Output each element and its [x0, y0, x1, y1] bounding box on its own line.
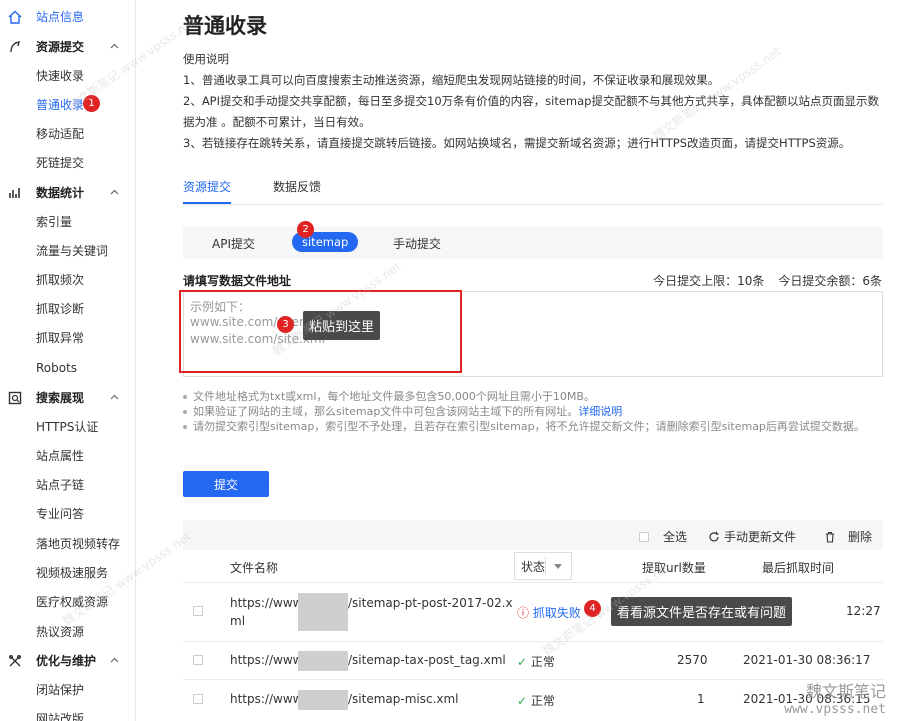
usage-line: 1、普通收录工具可以向百度搜索主动推送资源，缩短爬虫发现网站链接的时间，不保证收…	[183, 73, 720, 87]
main-content: 普通收录 使用说明 1、普通收录工具可以向百度搜索主动推送资源，缩短爬虫发现网站…	[137, 0, 900, 721]
trash-icon	[826, 531, 834, 543]
sidebar-item-mobile-adapt[interactable]: 移动适配	[0, 119, 136, 148]
redacted-domain	[298, 690, 348, 710]
watermark-logo: 魏文斯笔记 www.vpsss.net	[784, 682, 886, 717]
warning-icon: ⓘ	[517, 606, 530, 620]
sidebar-item-landing-video[interactable]: 落地页视频转存	[0, 529, 136, 558]
optimize-icon	[9, 655, 21, 667]
sidebar-item-crawl-diagnosis[interactable]: 抓取诊断	[0, 294, 136, 323]
check-circle-icon: ✓	[517, 694, 528, 708]
check-source-tooltip: 看看源文件是否存在或有问题	[611, 597, 793, 626]
subtab-api[interactable]: API提交	[212, 235, 255, 252]
tab-resource-submit[interactable]: 资源提交	[183, 178, 231, 195]
file-url[interactable]: https://www.	[230, 653, 305, 667]
select-all[interactable]: 全选	[639, 528, 687, 545]
usage-line: 2、API提交和手动提交共享配额，每日至多提交10万条有价值的内容，sitema…	[183, 94, 879, 129]
quota-remaining: 今日提交余额：6条	[778, 274, 882, 288]
sidebar-item-dead-link[interactable]: 死链提交	[0, 148, 136, 177]
url-count: 1	[697, 692, 705, 706]
step-badge: 2	[297, 221, 314, 238]
file-url[interactable]: https://www.	[230, 692, 305, 706]
last-crawl-time: 2021-01-30 08:36:17	[743, 653, 871, 667]
sidebar-item-robots[interactable]: Robots	[0, 353, 136, 382]
subtab-manual[interactable]: 手动提交	[393, 235, 441, 252]
sidebar-group-search-display[interactable]: 搜索展现	[0, 383, 136, 412]
redacted-domain	[298, 651, 348, 671]
submit-method-tabs: API提交 sitemap 手动提交	[183, 227, 883, 259]
sidebar-item-crawl-errors[interactable]: 抓取异常	[0, 323, 136, 352]
status-crawl-failed[interactable]: ⓘ 抓取失败	[517, 604, 581, 621]
table-toolbar: 全选 手动更新文件 删除	[183, 520, 883, 550]
sidebar-item-crawl-frequency[interactable]: 抓取频次	[0, 265, 136, 294]
table-row: https://www. /sitemap-misc.xml ✓ 正常 1 20…	[183, 679, 883, 719]
note-item: 文件地址格式为txt或xml，每个地址文件最多包含50,000个网址且需小于10…	[183, 389, 883, 404]
file-url[interactable]: https://www.	[230, 596, 305, 610]
sidebar-item-traffic-keywords[interactable]: 流量与关键词	[0, 236, 136, 265]
sidebar-group-optimize[interactable]: 优化与维护	[0, 646, 136, 675]
table-row: https://www. /sitemap-tax-post_tag.xml ✓…	[183, 641, 883, 679]
file-url[interactable]: /sitemap-tax-post_tag.xml	[348, 653, 506, 667]
chevron-up-icon	[110, 394, 119, 400]
header-file-name: 文件名称	[230, 561, 279, 575]
main-tabs: 资源提交 数据反馈	[183, 170, 883, 205]
sidebar-item-index-volume[interactable]: 索引量	[0, 207, 136, 236]
submit-button[interactable]: 提交	[183, 471, 269, 497]
sidebar-item-site-info[interactable]: 站点信息	[0, 2, 136, 31]
sidebar-item-site-attributes[interactable]: 站点属性	[0, 441, 136, 470]
home-icon	[8, 10, 22, 24]
last-crawl-time: 12:27	[846, 604, 881, 618]
header-last-crawl: 最后抓取时间	[762, 561, 835, 575]
sidebar-item-site-revamp[interactable]: 网站改版	[0, 704, 136, 721]
note-item: 如果验证了网站的主域，那么sitemap文件中可包含该网站主域下的所有网址。详细…	[183, 404, 883, 419]
quota-info: 今日提交上限：10条 今日提交余额：6条	[653, 272, 882, 289]
refresh-files-button[interactable]: 手动更新文件	[708, 528, 796, 545]
row-checkbox[interactable]	[193, 655, 203, 665]
resource-submit-icon	[10, 41, 20, 53]
chevron-up-icon	[110, 43, 119, 49]
sidebar-item-https[interactable]: HTTPS认证	[0, 412, 136, 441]
caret-down-icon	[554, 564, 562, 569]
tab-data-feedback[interactable]: 数据反馈	[273, 178, 321, 195]
check-circle-icon: ✓	[517, 655, 528, 669]
file-url[interactable]: /sitemap-misc.xml	[348, 692, 459, 706]
status-filter-dropdown[interactable]: 状态	[514, 552, 572, 580]
details-link[interactable]: 详细说明	[578, 405, 622, 418]
select-all-checkbox[interactable]	[639, 531, 649, 542]
row-checkbox[interactable]	[193, 694, 203, 704]
sidebar-item-expert-qa[interactable]: 专业问答	[0, 499, 136, 528]
quota-limit: 今日提交上限：10条	[653, 274, 765, 288]
sidebar-item-site-close-protect[interactable]: 闭站保护	[0, 675, 136, 704]
redacted-domain	[298, 593, 348, 631]
refresh-icon	[709, 531, 719, 541]
submission-notes: 文件地址格式为txt或xml，每个地址文件最多包含50,000个网址且需小于10…	[183, 389, 883, 434]
table-header: 文件名称 状态 提取url数量 最后抓取时间	[183, 550, 883, 582]
search-display-icon	[8, 391, 22, 405]
url-count: 2570	[677, 653, 708, 667]
sidebar-item-sitelinks[interactable]: 站点子链	[0, 470, 136, 499]
active-tab-indicator	[183, 202, 231, 204]
usage-title: 使用说明	[183, 52, 229, 66]
chevron-up-icon	[110, 189, 119, 195]
chevron-up-icon	[110, 657, 119, 663]
sidebar-group-resource-submit[interactable]: 资源提交	[0, 32, 136, 61]
note-item: 请勿提交索引型sitemap，索引型不予处理，且若存在索引型sitemap，将不…	[183, 419, 883, 434]
usage-line: 3、若链接存在跳转关系，请直接提交跳转后链接。如网站换域名，需提交新域名资源；进…	[183, 136, 851, 150]
usage-instructions: 使用说明 1、普通收录工具可以向百度搜索主动推送资源，缩短爬虫发现网站链接的时间…	[183, 49, 888, 154]
row-checkbox[interactable]	[193, 606, 203, 616]
file-address-label: 请填写数据文件地址	[183, 274, 292, 288]
data-stats-icon	[9, 188, 20, 198]
sidebar-group-data-stats[interactable]: 数据统计	[0, 178, 136, 207]
delete-button[interactable]: 删除	[824, 528, 872, 545]
file-url[interactable]: /sitemap-pt-post-2017-02.x	[348, 596, 513, 610]
file-url[interactable]: ml	[230, 614, 245, 628]
status-normal: ✓ 正常	[517, 694, 555, 708]
